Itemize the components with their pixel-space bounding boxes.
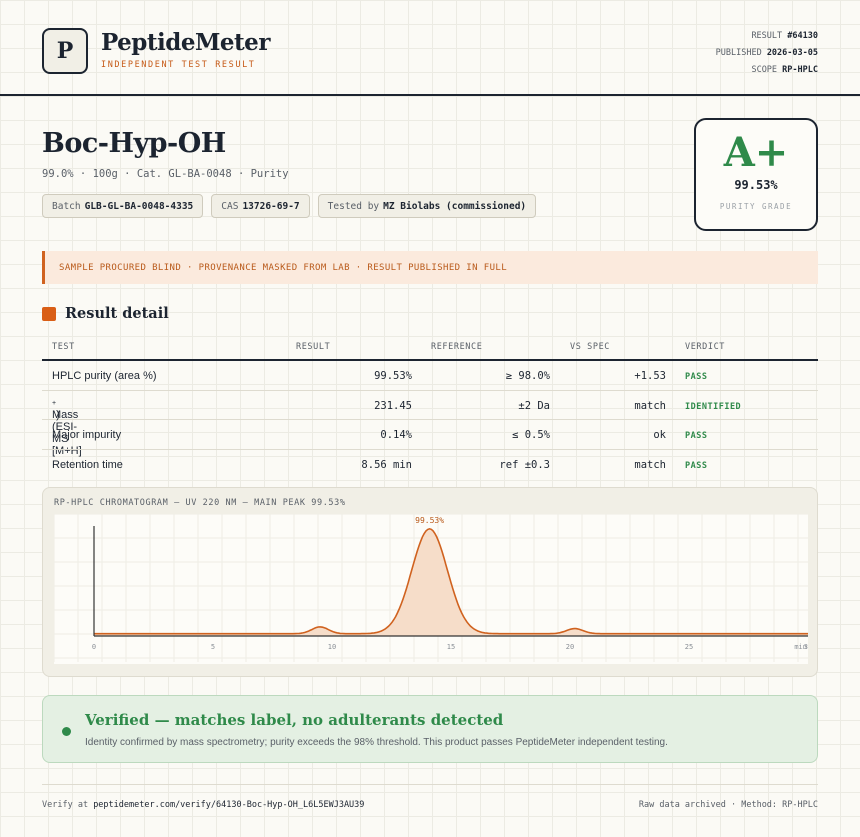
cell-test: HPLC purity (area %) bbox=[52, 370, 157, 382]
cas-chip: CAS 13726-69-7 bbox=[211, 194, 310, 218]
grade-letter: A+ bbox=[723, 129, 789, 176]
cell-test: Major impurity bbox=[52, 429, 122, 441]
purity-grade-card: A+ 99.53% PURITY GRADE bbox=[694, 118, 818, 231]
header-verdict: VERDICT bbox=[685, 342, 726, 352]
footer-divider bbox=[42, 784, 818, 785]
cell-result: 99.53% bbox=[374, 370, 412, 382]
footer-method: Raw data archived · Method: RP-HPLC bbox=[638, 800, 818, 810]
brand-tagline: INDEPENDENT TEST RESULT bbox=[101, 60, 256, 70]
cell-reference: ≥ 98.0% bbox=[505, 370, 550, 382]
table-header: TEST RESULT REFERENCE VS SPEC VERDICT bbox=[42, 336, 818, 361]
x-tick-label: 5 bbox=[211, 643, 215, 651]
batch-chip: Batch GLB-GL-BA-0048-4335 bbox=[42, 194, 204, 218]
verified-banner: Verified — matches label, no adulterants… bbox=[42, 695, 818, 763]
chromatogram-card: RP-HPLC CHROMATOGRAM — UV 220 NM — MAIN … bbox=[42, 487, 818, 677]
page-header: P PeptideMeter INDEPENDENT TEST RESULT R… bbox=[0, 0, 860, 96]
result-table: TEST RESULT REFERENCE VS SPEC VERDICT HP… bbox=[42, 336, 818, 479]
cell-vs-spec: +1.53 bbox=[634, 370, 666, 382]
cell-reference: ±2 Da bbox=[518, 399, 550, 412]
footer-verify: Verify at peptidemeter.com/verify/64130-… bbox=[42, 800, 365, 810]
cell-test: Mass (ESI-MS [M+H] +) bbox=[52, 399, 82, 457]
header-reference: REFERENCE bbox=[431, 342, 483, 352]
cell-vs-spec: match bbox=[634, 399, 666, 412]
cell-reference: ref ±0.3 bbox=[499, 458, 550, 471]
verified-dot-icon bbox=[62, 727, 71, 736]
cell-vs-spec: match bbox=[634, 458, 666, 471]
tested-by-chip: Tested by MZ Biolabs (commissioned) bbox=[317, 194, 537, 218]
chromatogram-chart: 051015202530min99.53% bbox=[54, 514, 808, 664]
table-row: Mass (ESI-MS [M+H] +) 231.45 ±2 Da match … bbox=[42, 391, 818, 457]
section-header: Result detail bbox=[42, 305, 169, 322]
cell-verdict: PASS bbox=[685, 431, 708, 441]
grade-caption: PURITY GRADE bbox=[719, 202, 793, 211]
cell-verdict: PASS bbox=[685, 372, 708, 382]
product-title: Boc-Hyp-OH bbox=[42, 128, 226, 159]
x-tick-label: 15 bbox=[447, 643, 455, 651]
header-test: TEST bbox=[52, 342, 75, 352]
header-result: RESULT bbox=[296, 342, 331, 352]
x-tick-label: 20 bbox=[566, 643, 574, 651]
result-meta: RESULT #64130 PUBLISHED 2026-03-05 SCOPE… bbox=[716, 28, 818, 79]
cell-verdict: IDENTIFIED bbox=[685, 401, 742, 412]
product-chips: Batch GLB-GL-BA-0048-4335 CAS 13726-69-7 T… bbox=[42, 194, 537, 218]
x-unit-label: min bbox=[794, 643, 807, 651]
x-tick-label: 10 bbox=[328, 643, 336, 651]
product-subtitle: 99.0% · 100g · Cat. GL-BA-0048 · Purity bbox=[42, 168, 289, 180]
table-row: Major impurity 0.14% ≤ 0.5% ok PASS bbox=[42, 420, 818, 450]
logo-letter: P bbox=[56, 38, 74, 64]
x-tick-label: 0 bbox=[92, 643, 96, 651]
cell-test: Retention time bbox=[52, 458, 123, 471]
cell-reference: ≤ 0.5% bbox=[512, 429, 550, 441]
brand-name[interactable]: PeptideMeter bbox=[101, 29, 270, 56]
grade-value: 99.53% bbox=[734, 178, 778, 192]
meta-scope: SCOPE RP-HPLC bbox=[751, 65, 818, 75]
cell-result: 231.45 bbox=[374, 399, 412, 412]
peak-label: 99.53% bbox=[415, 516, 444, 525]
provenance-notice: SAMPLE PROCURED BLIND · PROVENANCE MASKE… bbox=[42, 251, 818, 284]
meta-published: PUBLISHED 2026-03-05 bbox=[715, 48, 818, 58]
section-square-icon bbox=[42, 306, 56, 321]
verify-link[interactable]: peptidemeter.com/verify/64130-Boc-Hyp-OH… bbox=[93, 800, 364, 810]
verified-title: Verified — matches label, no adulterants… bbox=[85, 711, 504, 729]
cell-verdict: PASS bbox=[685, 460, 708, 471]
cell-result: 8.56 min bbox=[361, 458, 412, 471]
x-tick-label: 25 bbox=[685, 643, 693, 651]
cell-result: 0.14% bbox=[380, 429, 412, 441]
chart-title: RP-HPLC CHROMATOGRAM — UV 220 NM — MAIN … bbox=[54, 498, 346, 508]
header-vs-spec: VS SPEC bbox=[570, 342, 611, 352]
verified-text: Identity confirmed by mass spectrometry;… bbox=[85, 737, 668, 748]
table-row: HPLC purity (area %) 99.53% ≥ 98.0% +1.5… bbox=[42, 361, 818, 391]
cell-vs-spec: ok bbox=[653, 429, 666, 441]
meta-result: RESULT #64130 bbox=[751, 31, 818, 41]
brand-logo[interactable]: P bbox=[42, 28, 88, 74]
section-title: Result detail bbox=[65, 305, 169, 322]
table-row: Retention time 8.56 min ref ±0.3 match P… bbox=[42, 450, 818, 480]
